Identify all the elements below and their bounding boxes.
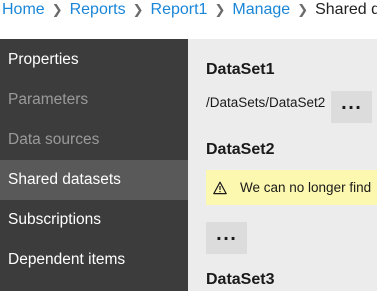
chevron-right-icon: ❯	[132, 2, 144, 17]
sidebar-item-parameters: Parameters	[8, 91, 89, 108]
breadcrumb: Home ❯ Reports ❯ Report1 ❯ Manage ❯ Shar…	[0, 0, 377, 39]
chevron-right-icon: ❯	[297, 2, 309, 17]
sidebar-item-shared-datasets[interactable]: Shared datasets	[0, 160, 188, 200]
dataset3-title: DataSet3	[206, 271, 275, 288]
sidebar: Properties Parameters Data sources Share…	[0, 39, 188, 291]
dataset2-warning-text: We can no longer find	[240, 180, 372, 195]
sidebar-item-subscriptions[interactable]: Subscriptions	[0, 200, 188, 240]
warning-icon	[213, 181, 227, 195]
dataset1-more-button[interactable]: ···	[331, 91, 372, 123]
breadcrumb-manage-link[interactable]: Manage	[232, 0, 290, 20]
chevron-right-icon: ❯	[51, 2, 63, 17]
dataset2-warning-banner: We can no longer find	[206, 170, 377, 205]
chevron-right-icon: ❯	[214, 2, 226, 17]
breadcrumb-reports-link[interactable]: Reports	[70, 0, 126, 20]
dataset2-title: DataSet2	[206, 141, 275, 158]
dataset1-title: DataSet1	[206, 61, 275, 78]
sidebar-item-properties[interactable]: Properties	[0, 40, 188, 80]
dataset1-path: /DataSets/DataSet2	[206, 95, 326, 110]
sidebar-item-dependent-items[interactable]: Dependent items	[0, 240, 188, 280]
main-content: DataSet1 /DataSets/DataSet2 ··· DataSet2…	[188, 39, 377, 291]
sidebar-item-data-sources: Data sources	[8, 131, 100, 148]
dataset2-more-button[interactable]: ···	[206, 222, 247, 254]
breadcrumb-current: Shared dat	[315, 1, 377, 18]
breadcrumb-report1-link[interactable]: Report1	[151, 0, 208, 20]
breadcrumb-home-link[interactable]: Home	[2, 0, 45, 20]
